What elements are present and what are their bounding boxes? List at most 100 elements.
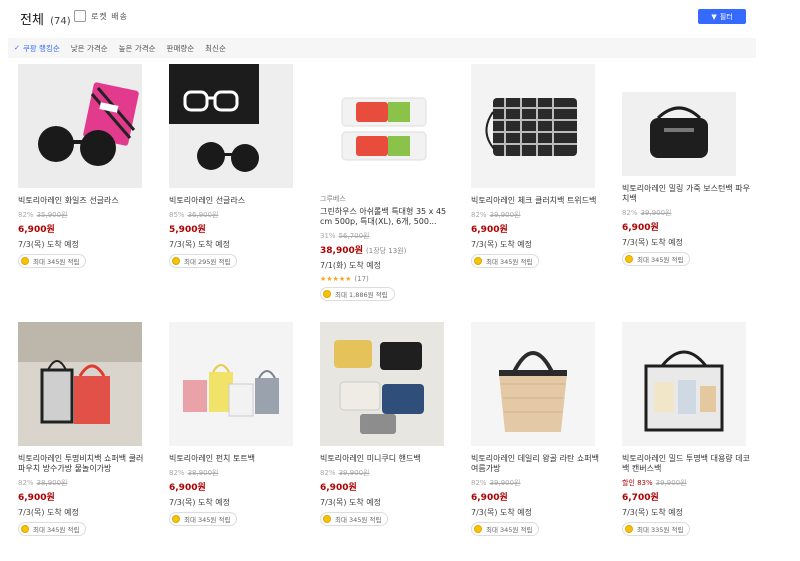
delivery-date: 7/3(목) 도착 예정 (471, 508, 533, 517)
discount-rate: 82% (18, 211, 34, 219)
delivery-date: 7/3(목) 도착 예정 (169, 240, 231, 249)
sort-option-newest[interactable]: 최신순 (205, 43, 226, 54)
product-name[interactable]: 빅토리아레인 미니쿠디 핸드백 (320, 454, 450, 464)
original-price: 38,900원 (187, 469, 219, 477)
reward-badge: 최대 345원 적립 (622, 252, 691, 266)
discount-rate: 31% (320, 232, 336, 240)
sale-price: 6,900원 (471, 225, 508, 235)
filter-button-label: 필터 (719, 12, 733, 21)
sale-price: 6,900원 (18, 493, 55, 503)
results-header: 전체 (74) 로켓 배송 ▼ 필터 (0, 0, 800, 36)
product-name[interactable]: 빅토리아레인 데일리 왕골 라탄 쇼퍼백 여름가방 (471, 454, 601, 474)
sort-option-high-price[interactable]: 높은 가격순 (119, 43, 156, 54)
reward-badge: 최대 345원 적립 (320, 512, 389, 526)
star-icons: ★★★★★ (320, 275, 352, 283)
product-card[interactable]: 빅토리아레인 데일리 왕골 라탄 쇼퍼백 여름가방 82% 39,900원 6,9… (461, 322, 612, 561)
review-count: (17) (354, 275, 369, 283)
product-card[interactable]: 빅토리아레인 체크 클러치백 트위드백 82% 39,900원 6,900원 7/… (461, 64, 612, 322)
original-price-row: 82% 39,900원 (471, 478, 612, 488)
sort-option-label: 판매량순 (166, 43, 195, 53)
product-name[interactable]: 빅토리아레인 선글라스 (169, 196, 299, 206)
product-name[interactable]: 빅토리아레인 펀치 토트백 (169, 454, 299, 464)
original-price: 39,900원 (489, 211, 521, 219)
sale-price-row: 38,900원 (1장당 13원) (320, 243, 461, 256)
product-card[interactable]: 빅토리아레인 선글라스 85% 36,900원 5,900원 7/3(목) 도착 … (159, 64, 310, 322)
discount-rate: 82% (169, 469, 185, 477)
reward-badge: 최대 295원 적립 (169, 254, 238, 268)
sale-price: 6,900원 (320, 483, 357, 493)
filter-button[interactable]: ▼ 필터 (698, 9, 746, 24)
original-price-row: 82% 39,900원 (471, 210, 612, 220)
product-grid: 빅토리아레인 화일즈 선글라스 82% 35,900원 6,900원 7/3(목)… (8, 64, 768, 561)
category-title: 전체 (74) (20, 9, 71, 28)
product-card[interactable]: 그루베스 그린하우스 아쉬롤백 특대형 35 x 45 cm 500p, 특대(… (310, 64, 461, 322)
product-card[interactable]: 빅토리아레인 밀드 투명백 대용량 데코백 캔버스백 할인 83% 39,900원… (612, 322, 763, 561)
reward-badge: 최대 345원 적립 (18, 522, 87, 536)
original-price-row: 82% 35,900원 (18, 210, 159, 220)
reward-badge: 최대 345원 적립 (18, 254, 87, 268)
filter-icon: ▼ (711, 12, 717, 21)
rocket-delivery-filter[interactable]: 로켓 배송 (74, 10, 128, 22)
reward-text: 최대 335원 적립 (637, 526, 684, 534)
delivery-date: 7/3(목) 도착 예정 (622, 508, 684, 517)
product-image[interactable] (320, 322, 444, 446)
reward-text: 최대 1,886원 적립 (335, 291, 388, 299)
reward-text: 최대 345원 적립 (33, 526, 80, 534)
punch-tote-image (169, 322, 293, 446)
mini-handbag-image (320, 322, 444, 446)
product-name[interactable]: 그린하우스 아쉬롤백 특대형 35 x 45 cm 500p, 특대(XL), … (320, 207, 450, 227)
original-price: 39,900원 (489, 479, 521, 487)
original-price: 36,900원 (187, 211, 219, 219)
product-image[interactable] (169, 64, 293, 188)
product-image[interactable] (320, 64, 444, 188)
sale-price: 6,900원 (622, 223, 659, 233)
product-card[interactable]: 빅토리아레인 화일즈 선글라스 82% 35,900원 6,900원 7/3(목)… (8, 64, 159, 322)
brand-name: 그루베스 (320, 195, 346, 203)
product-image[interactable] (471, 64, 595, 188)
delivery-date: 7/3(목) 도착 예정 (622, 238, 684, 247)
clear-beach-bag-image (18, 322, 142, 446)
product-name[interactable]: 빅토리아레인 화일즈 선글라스 (18, 196, 148, 206)
product-image[interactable] (471, 322, 595, 446)
clear-canvas-bag-image (622, 322, 746, 446)
sort-option-sales[interactable]: 판매량순 (167, 43, 195, 54)
delivery-date: 7/3(목) 도착 예정 (471, 240, 533, 249)
coin-icon (172, 515, 180, 523)
original-price: 39,900원 (655, 479, 687, 487)
product-image[interactable] (18, 322, 142, 446)
product-name[interactable]: 빅토리아레인 투명비치백 쇼퍼백 쿨러파우치 방수가방 물놀이가방 (18, 454, 148, 474)
original-price-row: 85% 36,900원 (169, 210, 310, 220)
product-card[interactable]: 빅토리아레인 미니쿠디 핸드백 82% 39,900원 6,900원 7/3(목)… (310, 322, 461, 561)
discount-rate: 82% (622, 209, 638, 217)
original-price-row: 82% 38,900원 (18, 478, 159, 488)
product-name[interactable]: 빅토리아레인 체크 클러치백 트위드백 (471, 196, 601, 206)
product-card[interactable]: 빅토리아레인 펀치 토트백 82% 38,900원 6,900원 7/3(목) 도… (159, 322, 310, 561)
product-image[interactable] (622, 322, 746, 446)
trash-bag-rolls-image (320, 64, 444, 188)
sort-bar: ✓ 쿠팡 랭킹순 낮은 가격순 높은 가격순 판매량순 최신순 (8, 38, 756, 58)
sale-price: 6,700원 (622, 493, 659, 503)
sort-option-label: 낮은 가격순 (70, 43, 108, 53)
product-name[interactable]: 빅토리아레인 밀드 투명백 대용량 데코백 캔버스백 (622, 454, 752, 474)
product-image[interactable] (169, 322, 293, 446)
product-card[interactable]: 빅토리아레인 투명비치백 쇼퍼백 쿨러파우치 방수가방 물놀이가방 82% 38,… (8, 322, 159, 561)
coin-icon (323, 290, 331, 298)
product-image[interactable] (18, 64, 142, 188)
product-card[interactable]: 빅토리아레인 밀링 가죽 보스턴백 파우치백 82% 39,900원 6,900원… (612, 64, 763, 322)
reward-text: 최대 345원 적립 (184, 516, 231, 524)
category-title-text: 전체 (20, 13, 44, 28)
product-image[interactable] (622, 92, 736, 176)
sort-option-ranking[interactable]: ✓ 쿠팡 랭킹순 (14, 43, 60, 54)
sunglasses-case-image (169, 64, 293, 188)
boston-bag-image (622, 92, 736, 176)
check-clutch-image (471, 64, 595, 188)
coin-icon (172, 257, 180, 265)
rocket-delivery-checkbox[interactable] (74, 10, 86, 22)
discount-rate: 82% (18, 479, 34, 487)
coin-icon (21, 525, 29, 533)
sort-option-low-price[interactable]: 낮은 가격순 (71, 43, 108, 54)
discount-rate: 85% (169, 211, 185, 219)
original-price: 38,900원 (36, 479, 68, 487)
product-name[interactable]: 빅토리아레인 밀링 가죽 보스턴백 파우치백 (622, 184, 752, 204)
sale-price: 38,900원 (320, 246, 364, 256)
